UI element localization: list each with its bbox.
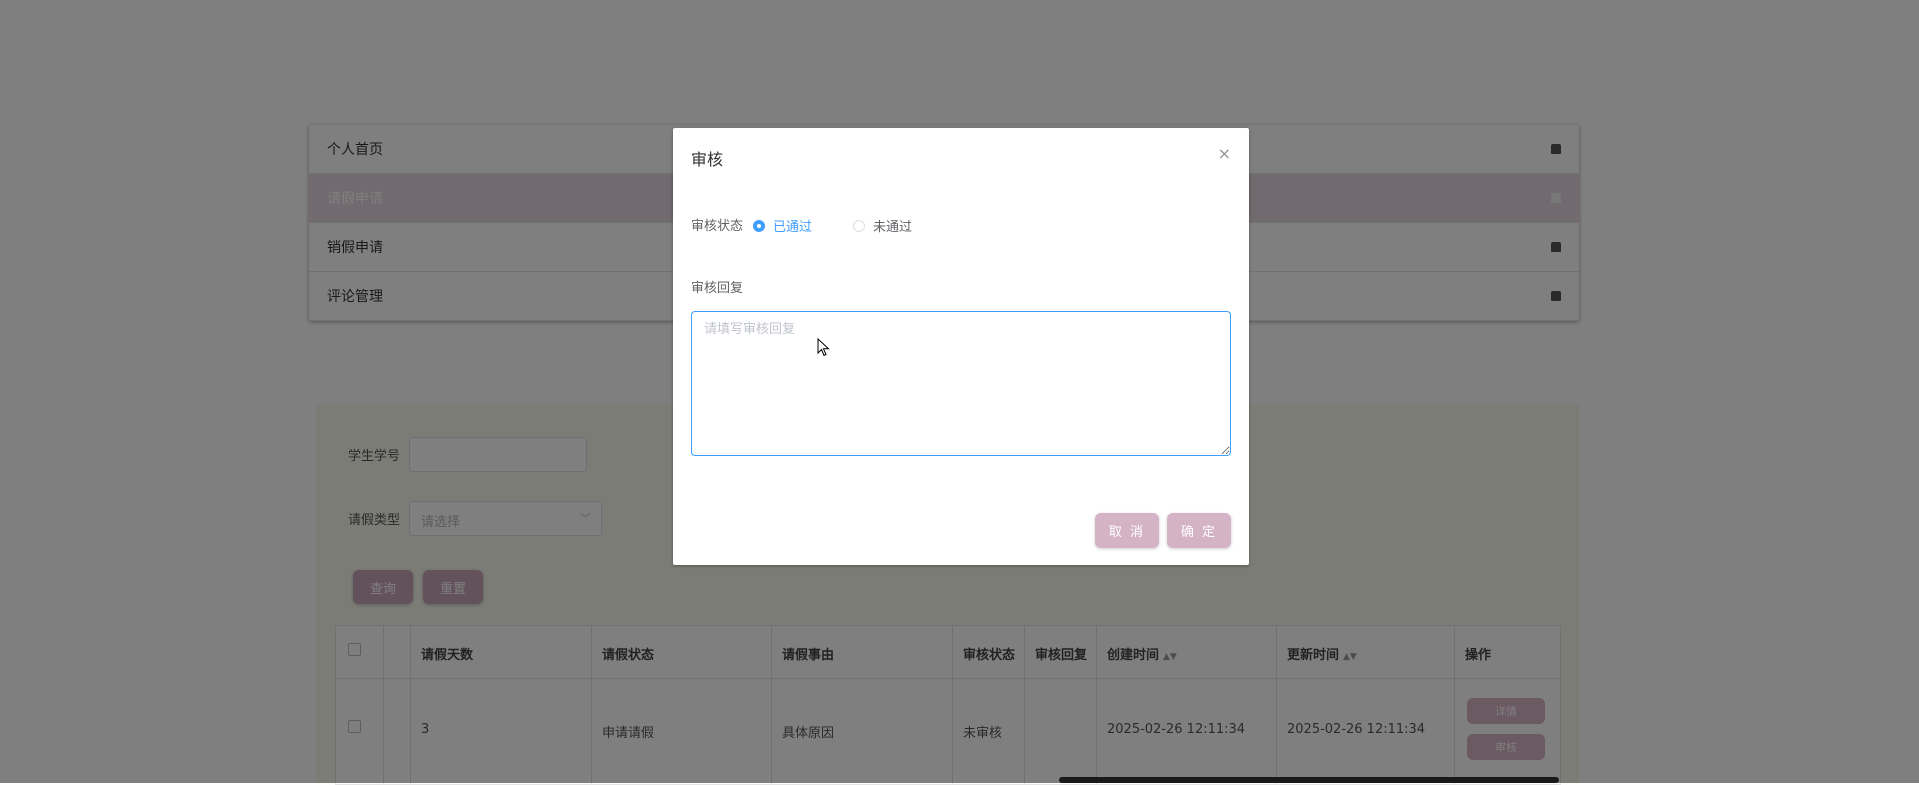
review-dialog: 审核 × 审核状态 已通过 未通过 审核回复 取 消 确 定 (673, 128, 1249, 565)
radio-unchecked-icon[interactable] (853, 219, 865, 232)
radio-rejected-label: 未通过 (873, 220, 913, 235)
review-reply-label: 审核回复 (691, 281, 744, 296)
dialog-title: 审核 (691, 150, 724, 169)
radio-rejected[interactable]: 未通过 (853, 216, 912, 235)
confirm-button[interactable]: 确 定 (1167, 513, 1231, 548)
radio-approved[interactable]: 已通过 (753, 216, 812, 235)
mouse-cursor-icon (817, 338, 830, 357)
review-status-label: 审核状态 (691, 219, 744, 234)
cancel-button[interactable]: 取 消 (1095, 513, 1159, 548)
review-reply-textarea[interactable] (691, 311, 1231, 456)
close-icon[interactable]: × (1218, 144, 1231, 163)
radio-approved-label: 已通过 (773, 220, 813, 235)
radio-checked-icon[interactable] (753, 219, 765, 232)
